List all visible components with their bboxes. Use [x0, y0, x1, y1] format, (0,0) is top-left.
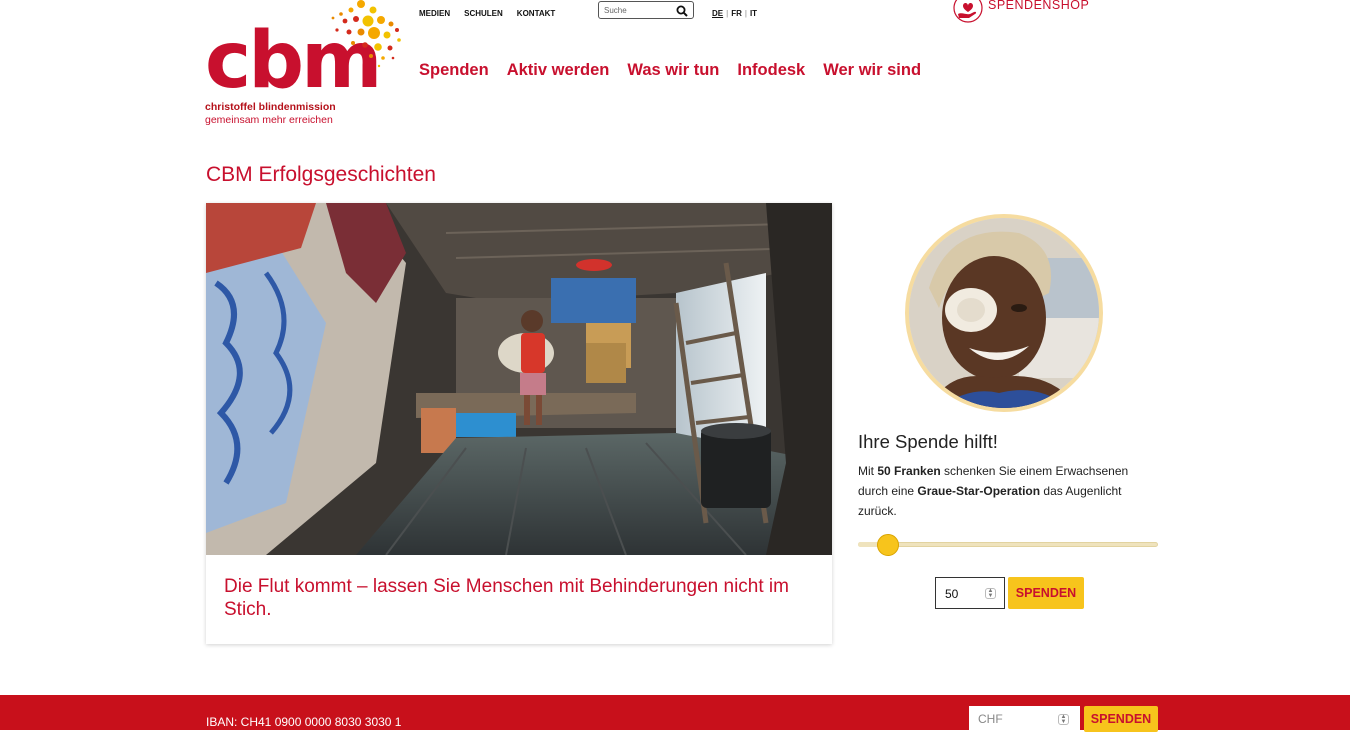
nav-infodesk[interactable]: Infodesk — [737, 61, 805, 80]
main-nav: Spenden Aktiv werden Was wir tun Infodes… — [419, 61, 921, 80]
top-utility-nav: MEDIEN SCHULEN KONTAKT — [419, 9, 555, 18]
lang-it[interactable]: IT — [750, 9, 757, 18]
donation-heading: Ihre Spende hilft! — [858, 431, 998, 452]
topnav-schulen[interactable]: SCHULEN — [464, 9, 503, 18]
nav-spenden[interactable]: Spenden — [419, 61, 489, 80]
nav-aktiv-werden[interactable]: Aktiv werden — [507, 61, 610, 80]
donation-portrait — [905, 214, 1103, 412]
chf-stepper-icon[interactable]: ▲ ▼ — [1058, 714, 1069, 725]
spendenshop-link[interactable]: SPENDENSHOP — [952, 0, 1089, 24]
cbm-logo[interactable]: cbm christoffel blindenmission gemeinsam… — [205, 0, 405, 130]
lang-separator: | — [726, 9, 729, 18]
donation-operation-text: Graue-Star-Operation — [917, 484, 1041, 498]
story-card[interactable]: Die Flut kommt – lassen Sie Menschen mit… — [206, 203, 832, 644]
slider-thumb[interactable] — [877, 534, 899, 556]
footer-bar: IBAN: CH41 0900 0000 8030 3030 1 ▲▼ SPEN… — [0, 695, 1350, 732]
donation-amount-input[interactable]: 50 ▲ ▼ — [935, 577, 1005, 609]
logo-dots-icon — [331, 0, 401, 68]
footer-iban: IBAN: CH41 0900 0000 8030 3030 1 — [206, 715, 402, 729]
lang-de[interactable]: DE — [712, 9, 723, 18]
logo-tagline-slogan: gemeinsam mehr erreichen — [205, 114, 333, 126]
slider-track[interactable] — [858, 542, 1158, 547]
page-title: CBM Erfolgsgeschichten — [206, 163, 436, 186]
nav-wer-wir-sind[interactable]: Wer wir sind — [823, 61, 921, 80]
donation-amount-value[interactable]: 50 — [945, 587, 958, 601]
donation-description: Mit 50 Franken schenken Sie einem Erwach… — [858, 461, 1158, 521]
donation-text-pre: Mit — [858, 464, 878, 478]
lang-fr[interactable]: FR — [731, 9, 742, 18]
logo-tagline-name: christoffel blindenmission — [205, 101, 336, 113]
donation-amount-text: 50 Franken — [877, 464, 941, 478]
chf-input[interactable] — [978, 712, 1048, 726]
topnav-medien[interactable]: MEDIEN — [419, 9, 450, 18]
search-box — [598, 1, 694, 19]
search-icon[interactable] — [676, 4, 688, 22]
search-input[interactable] — [604, 4, 672, 16]
topnav-kontakt[interactable]: KONTAKT — [517, 9, 556, 18]
language-switcher: DE | FR | IT — [712, 9, 757, 18]
amount-stepper-icon[interactable]: ▲ ▼ — [985, 588, 996, 599]
heart-hand-icon — [953, 0, 983, 23]
footer-chf-field[interactable]: ▲▼ — [969, 706, 1080, 732]
shop-label: SPENDENSHOP — [988, 0, 1090, 12]
donation-amount-slider[interactable] — [858, 534, 1158, 556]
lang-separator: | — [744, 9, 747, 18]
story-title[interactable]: Die Flut kommt – lassen Sie Menschen mit… — [224, 575, 824, 621]
footer-donate-button[interactable]: SPENDEN — [1084, 706, 1158, 732]
story-photo[interactable] — [206, 203, 832, 555]
donate-button[interactable]: SPENDEN — [1008, 577, 1084, 609]
nav-was-wir-tun[interactable]: Was wir tun — [627, 61, 719, 80]
